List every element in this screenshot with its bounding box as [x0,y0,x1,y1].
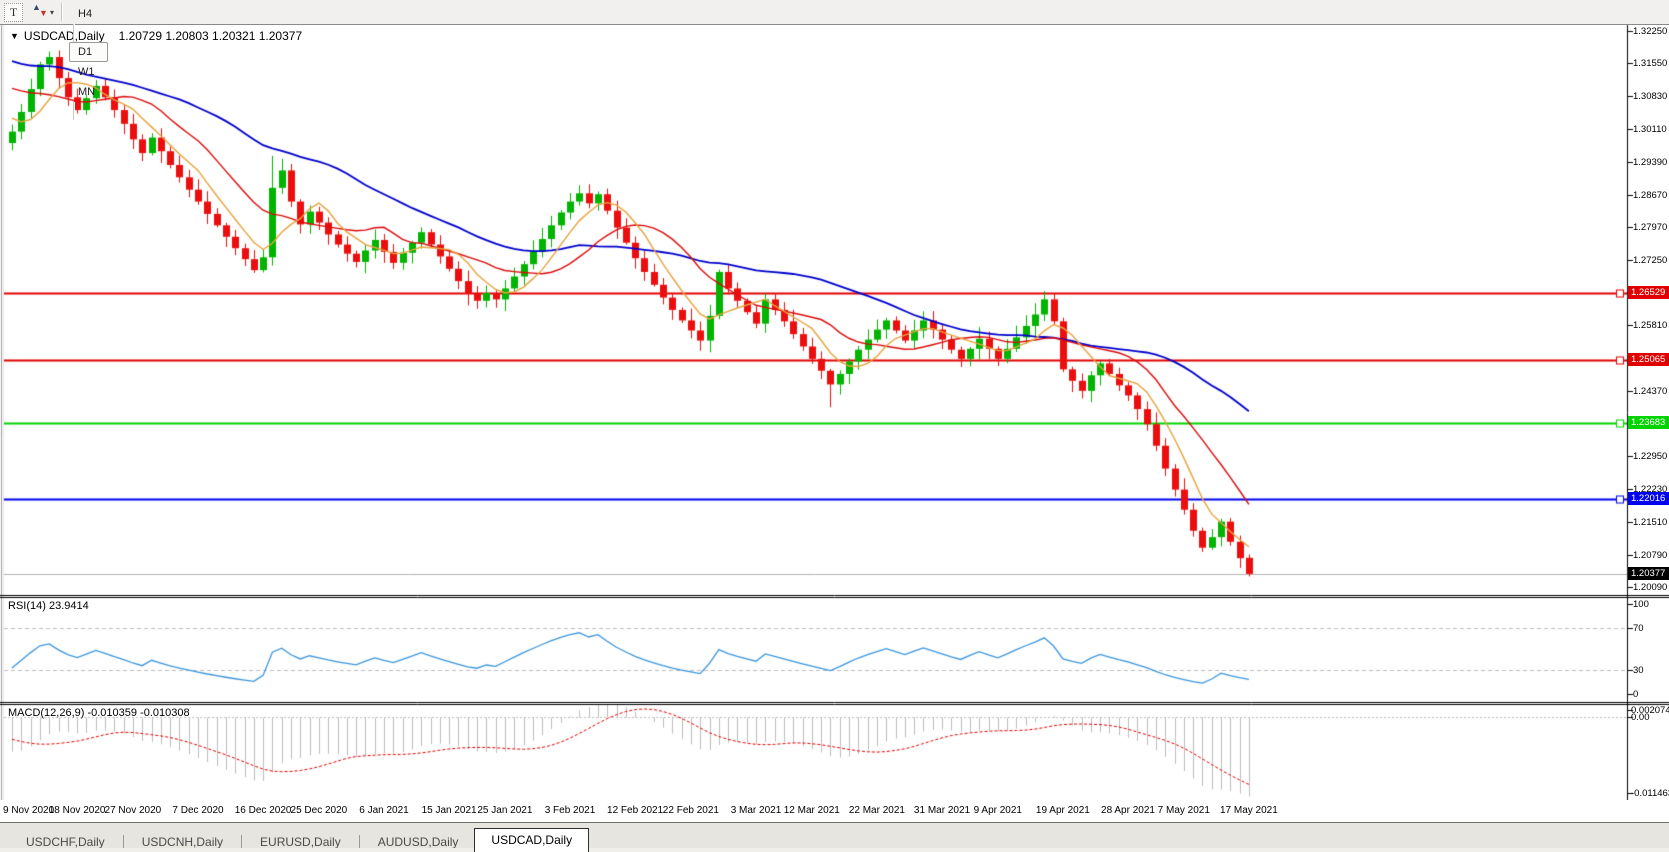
date-tick-label: 22 Feb 2021 [663,805,719,816]
timeframe-bar: M1M5M15M30H1H4D1W1MN [68,0,109,120]
price-level-tag: 1.26529 [1628,286,1669,299]
toolbar-separator [73,102,75,120]
price-level-tag: 1.23683 [1628,416,1669,429]
date-tick-label: 18 Nov 2020 [49,805,106,816]
timeframe-button-d1[interactable]: D1 [69,42,108,62]
rsi-level-label: 30 [1633,665,1644,676]
macd-level-label: -0.011463 [1631,788,1669,799]
date-tick-label: 16 Dec 2020 [235,805,292,816]
date-tick-label: 22 Mar 2021 [849,805,905,816]
toolbar-separator [61,3,63,21]
price-tick-label: 1.29390 [1633,157,1667,168]
rsi-level-label: 0 [1633,689,1638,700]
timeframe-button-h4[interactable]: H4 [69,4,108,24]
price-tick-label: 1.20790 [1633,550,1667,561]
rsi-indicator-label: RSI(14) 23.9414 [8,600,89,612]
date-tick-label: 9 Apr 2021 [974,805,1022,816]
tab-divider [359,835,360,849]
timeframe-button-w1[interactable]: W1 [69,62,108,82]
date-tick-label: 25 Jan 2021 [477,805,532,816]
chart-canvas[interactable] [0,0,1669,852]
date-tick-label: 27 Nov 2020 [105,805,162,816]
date-tick-label: 9 Nov 2020 [3,805,54,816]
price-tick-label: 1.22950 [1633,451,1667,462]
toolbar: T ▲ ▼ ▾ M1M5M15M30H1H4D1W1MN [0,0,1669,25]
date-tick-label: 31 Mar 2021 [914,805,970,816]
rsi-level-label: 70 [1633,623,1644,634]
toolbar-separator [73,24,75,42]
swap-arrows-icon[interactable]: ▲ ▼ [31,3,49,21]
chart-tab-usdcad[interactable]: USDCAD,Daily [474,828,589,852]
text-tool-glyph: T [10,5,17,20]
macd-indicator-label: MACD(12,26,9) -0.010359 -0.010308 [8,707,190,719]
dropdown-caret-icon[interactable]: ▾ [50,8,54,17]
price-tick-label: 1.27970 [1633,222,1667,233]
date-tick-label: 7 Dec 2020 [172,805,223,816]
macd-level-label: 0.00 [1631,712,1650,723]
date-tick-label: 17 May 2021 [1220,805,1278,816]
price-tick-label: 1.28670 [1633,190,1667,201]
price-axis[interactable]: 1.32250 1.31550 1.30830 1.30110 1.29390 1.286… [1628,25,1669,800]
price-tick-label: 1.27250 [1633,255,1667,266]
text-tool-icon[interactable]: T [4,3,23,22]
chart-tabs-bar: USDCHF,DailyUSDCNH,DailyEURUSD,DailyAUDU… [0,822,1669,852]
price-tick-label: 1.31550 [1633,58,1667,69]
date-tick-label: 12 Feb 2021 [607,805,663,816]
date-tick-label: 3 Feb 2021 [545,805,596,816]
price-tick-label: 1.30830 [1633,91,1667,102]
date-tick-label: 12 Mar 2021 [784,805,840,816]
arrow-down-glyph: ▼ [39,8,48,18]
price-tick-label: 1.30110 [1633,124,1667,135]
timeframe-button-mn[interactable]: MN [69,82,108,102]
tab-divider [241,835,242,849]
price-level-tag: 1.25065 [1628,353,1669,366]
price-tick-label: 1.25810 [1633,320,1667,331]
date-tick-label: 19 Apr 2021 [1036,805,1090,816]
collapse-arrow-icon[interactable]: ▼ [10,31,19,41]
ohlc-values: 1.20729 1.20803 1.20321 1.20377 [119,29,303,43]
price-level-tag: 1.20377 [1628,567,1669,580]
date-tick-label: 25 Dec 2020 [291,805,348,816]
price-tick-label: 1.20090 [1633,582,1667,593]
price-tick-label: 1.24370 [1633,386,1667,397]
tab-divider [123,835,124,849]
price-level-tag: 1.22016 [1628,492,1669,505]
price-tick-label: 1.21510 [1633,517,1667,528]
date-axis[interactable]: 9 Nov 202018 Nov 202027 Nov 2020 7 Dec 20… [0,800,1669,822]
tabbar-filler [0,848,1669,852]
chart-title: ▼USDCAD,Daily1.20729 1.20803 1.20321 1.2… [10,29,302,43]
date-tick-label: 6 Jan 2021 [359,805,409,816]
date-tick-label: 3 Mar 2021 [731,805,782,816]
price-tick-label: 1.32250 [1633,26,1667,37]
rsi-level-label: 100 [1633,599,1649,610]
date-tick-label: 28 Apr 2021 [1101,805,1155,816]
date-tick-label: 7 May 2021 [1158,805,1210,816]
date-tick-label: 15 Jan 2021 [422,805,477,816]
